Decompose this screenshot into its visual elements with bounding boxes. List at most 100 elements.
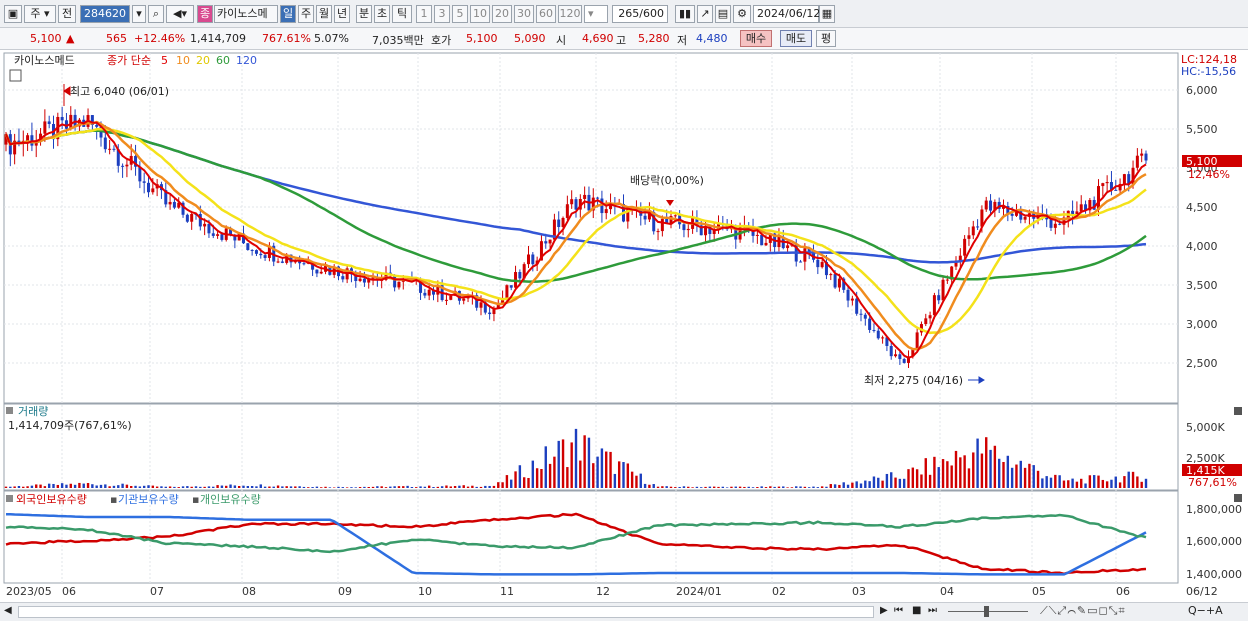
current-price-tag: 5,100 xyxy=(1186,155,1218,168)
volume-close-icon[interactable] xyxy=(1234,407,1242,415)
candle xyxy=(989,200,993,211)
volume-bar xyxy=(1036,470,1040,488)
volume-bar xyxy=(1092,475,1096,488)
scroll-left-icon[interactable]: ◀ xyxy=(4,605,12,616)
volume-bar xyxy=(134,485,137,488)
interval-3[interactable]: 3 xyxy=(434,5,450,23)
sound-icon[interactable]: ◀▾ xyxy=(166,5,194,23)
volume-bar xyxy=(946,461,949,488)
interval-120[interactable]: 120 xyxy=(558,5,582,23)
volume-bar xyxy=(825,486,828,488)
code-dropdown-icon[interactable]: ▾ xyxy=(132,5,146,23)
volume-bar xyxy=(920,474,923,488)
volume-bar xyxy=(540,469,543,488)
volume-bar xyxy=(928,474,932,488)
candle xyxy=(60,116,64,121)
legend-institution: 기관보유수량 xyxy=(118,493,179,506)
calendar-icon[interactable]: ▦ xyxy=(819,5,835,23)
candle xyxy=(799,261,803,263)
volume-bar xyxy=(859,483,863,488)
first-icon[interactable]: ⏮ xyxy=(894,605,903,616)
candle xyxy=(108,148,112,150)
interval-1[interactable]: 1 xyxy=(416,5,432,23)
buy-button[interactable]: 매수 xyxy=(740,30,772,47)
interval-10[interactable]: 10 xyxy=(470,5,490,23)
volume-bar xyxy=(738,486,742,488)
table-icon[interactable] xyxy=(9,69,22,82)
volume-bar xyxy=(410,487,414,488)
stop-icon[interactable]: ■ xyxy=(912,605,921,616)
interval-20[interactable]: 20 xyxy=(492,5,512,23)
candle xyxy=(915,332,919,349)
play-icon[interactable]: ⏭ xyxy=(928,605,937,616)
volume-bar xyxy=(237,486,241,488)
zoom-thumb[interactable] xyxy=(984,606,989,617)
bid-price: 5,090 xyxy=(514,32,546,45)
volume-bar xyxy=(881,480,884,488)
sell-button[interactable]: 매도 xyxy=(780,30,812,47)
period-tick[interactable]: 틱 xyxy=(392,5,412,23)
candle xyxy=(26,135,30,141)
average-button[interactable]: 평 xyxy=(816,30,836,47)
zoom-tools-icon[interactable]: Q−+A xyxy=(1188,604,1223,617)
gear-icon[interactable]: ⚙ xyxy=(733,5,751,23)
draw-tools-icon[interactable]: ⟋⟍⤢⌒✎▭◻⤡⌗ xyxy=(1040,604,1126,618)
x-axis-label: 12 xyxy=(596,585,610,598)
period-week[interactable]: 주 xyxy=(298,5,314,23)
prev-button[interactable]: 전 xyxy=(58,5,76,23)
volume-bar xyxy=(65,484,68,488)
scroll-right-icon[interactable]: ▶ xyxy=(880,605,888,616)
volume-bar xyxy=(285,486,288,488)
volume-bar xyxy=(730,486,733,488)
holding-close-icon[interactable] xyxy=(1234,494,1242,502)
interval-5[interactable]: 5 xyxy=(452,5,468,23)
stock-name[interactable]: 카이노스메 xyxy=(214,5,278,23)
volume-bar xyxy=(276,485,280,488)
market-select[interactable]: 주 ▾ xyxy=(24,5,56,23)
stock-chart[interactable]: 카이노스메드 종가 단순 5 10 20 60 120 LC:124,18 HC… xyxy=(0,50,1248,602)
x-axis-label: 03 xyxy=(852,585,866,598)
volume-bar xyxy=(902,478,906,488)
save-icon[interactable]: ▤ xyxy=(715,5,731,23)
candle xyxy=(527,254,530,265)
count-input[interactable]: 265/600 xyxy=(612,5,668,23)
period-day[interactable]: 일 xyxy=(280,5,296,23)
volume-bar xyxy=(320,487,323,488)
scroll-track[interactable] xyxy=(18,606,874,618)
period-second[interactable]: 초 xyxy=(374,5,390,23)
candle xyxy=(945,279,949,281)
period-year[interactable]: 년 xyxy=(334,5,350,23)
interval-input[interactable]: ▾ xyxy=(584,5,608,23)
candle xyxy=(427,289,431,296)
period-month[interactable]: 월 xyxy=(316,5,332,23)
volume-bar xyxy=(535,468,539,488)
volume-bar xyxy=(1015,464,1018,488)
interval-60[interactable]: 60 xyxy=(536,5,556,23)
draw-icon[interactable]: ↗ xyxy=(697,5,713,23)
candle xyxy=(207,223,211,234)
volume-bar xyxy=(104,484,107,488)
period-minute[interactable]: 분 xyxy=(356,5,372,23)
volume-bar xyxy=(1110,479,1113,488)
price-axis-label: 4,000 xyxy=(1186,240,1218,253)
candle xyxy=(894,354,898,357)
trade-amount: 7,035백만 xyxy=(372,34,424,47)
volume-bar xyxy=(579,460,582,488)
volume-bar xyxy=(190,486,193,488)
search-icon[interactable]: ⌕ xyxy=(148,5,164,23)
volume-bar xyxy=(73,484,77,488)
interval-30[interactable]: 30 xyxy=(514,5,534,23)
volume-bar xyxy=(570,442,573,488)
candle xyxy=(963,238,967,256)
x-axis-label: 09 xyxy=(338,585,352,598)
candle xyxy=(833,274,837,288)
chart-tools-icon[interactable]: ▮▮ xyxy=(675,5,695,23)
date-input[interactable]: 2024/06/12 xyxy=(753,5,820,23)
code-input[interactable]: 284620 xyxy=(80,5,130,23)
volume-bar xyxy=(406,485,409,488)
window-icon[interactable]: ▣ xyxy=(4,5,22,23)
volume-bar xyxy=(583,435,586,488)
candle xyxy=(1140,153,1144,156)
volume-bar xyxy=(669,486,673,488)
price-axis-label: 4,500 xyxy=(1186,201,1218,214)
